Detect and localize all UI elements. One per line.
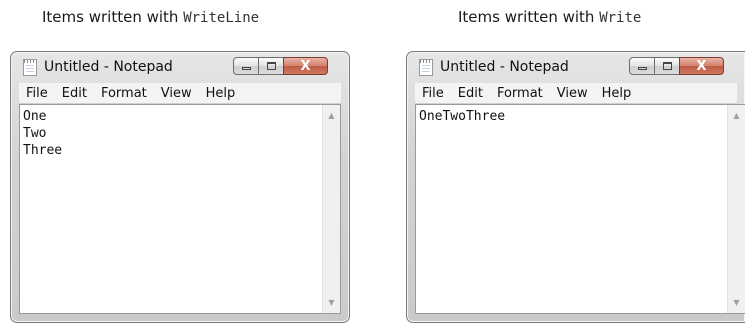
menu-help[interactable]: Help	[595, 86, 639, 101]
menu-format[interactable]: Format	[490, 86, 550, 101]
up-arrow-icon[interactable]: ▲	[323, 107, 340, 124]
minimize-icon	[241, 67, 251, 70]
notepad-icon	[419, 59, 433, 76]
close-button[interactable]: X	[679, 57, 724, 75]
x-icon: X	[696, 58, 707, 74]
vertical-scrollbar[interactable]: ▲ ▼	[322, 105, 340, 313]
caption-text: Items written with	[42, 8, 184, 26]
menu-edit[interactable]: Edit	[55, 86, 94, 101]
caption-writeline: Items written with WriteLine	[42, 8, 259, 26]
caption-buttons: X	[233, 57, 328, 75]
window-title: Untitled - Notepad	[44, 59, 173, 75]
editor-content[interactable]: One Two Three	[23, 108, 62, 159]
down-arrow-icon[interactable]: ▼	[728, 294, 745, 311]
x-icon: X	[300, 58, 311, 74]
maximize-icon	[266, 62, 276, 70]
notepad-icon	[23, 59, 37, 76]
maximize-button[interactable]	[258, 57, 283, 75]
down-arrow-icon[interactable]: ▼	[323, 294, 340, 311]
text-editor[interactable]: OneTwoThree ▲ ▼	[415, 104, 745, 314]
window-title: Untitled - Notepad	[440, 59, 569, 75]
title-bar[interactable]: Untitled - Notepad X	[11, 52, 349, 82]
notepad-window-write: Untitled - Notepad X File Edit Format Vi…	[406, 51, 745, 323]
minimize-icon	[637, 67, 647, 70]
minimize-button[interactable]	[629, 57, 654, 75]
caption-code: Write	[599, 10, 642, 26]
minimize-button[interactable]	[233, 57, 258, 75]
menu-view[interactable]: View	[550, 86, 595, 101]
menu-bar: File Edit Format View Help	[415, 83, 737, 104]
title-bar[interactable]: Untitled - Notepad X	[407, 52, 745, 82]
menu-bar: File Edit Format View Help	[19, 83, 341, 104]
menu-file[interactable]: File	[415, 86, 451, 101]
notepad-window-writeline: Untitled - Notepad X File Edit Format Vi…	[10, 51, 350, 323]
text-editor[interactable]: One Two Three ▲ ▼	[19, 104, 341, 314]
menu-format[interactable]: Format	[94, 86, 154, 101]
maximize-icon	[662, 62, 672, 70]
menu-edit[interactable]: Edit	[451, 86, 490, 101]
maximize-button[interactable]	[654, 57, 679, 75]
close-button[interactable]: X	[283, 57, 328, 75]
menu-help[interactable]: Help	[199, 86, 243, 101]
up-arrow-icon[interactable]: ▲	[728, 107, 745, 124]
caption-text: Items written with	[458, 8, 600, 26]
caption-buttons: X	[629, 57, 724, 75]
menu-file[interactable]: File	[19, 86, 55, 101]
caption-code: WriteLine	[183, 10, 260, 26]
editor-content[interactable]: OneTwoThree	[419, 108, 505, 125]
menu-view[interactable]: View	[154, 86, 199, 101]
vertical-scrollbar[interactable]: ▲ ▼	[727, 105, 745, 313]
caption-write: Items written with Write	[458, 8, 641, 26]
